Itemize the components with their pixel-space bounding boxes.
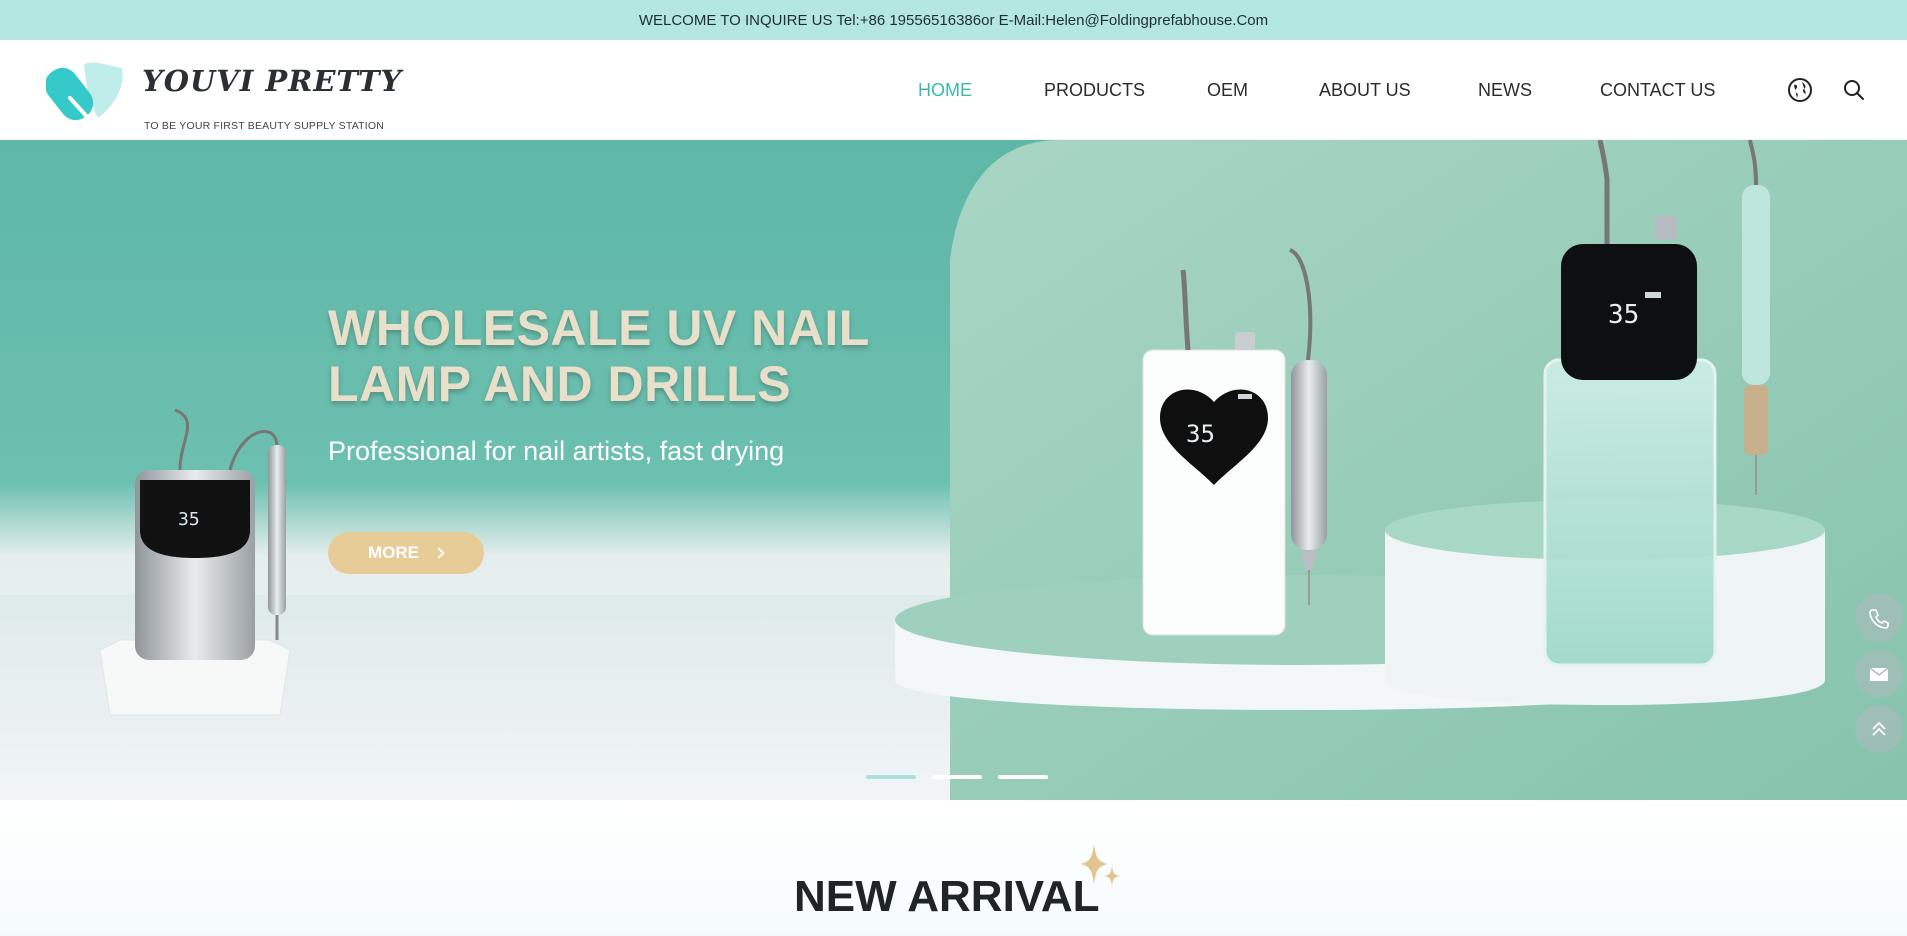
- svg-text:35: 35: [178, 509, 200, 530]
- globe-icon[interactable]: [1787, 77, 1813, 103]
- main-nav: HOME PRODUCTS OEM ABOUT US NEWS CONTACT …: [0, 40, 1907, 140]
- nav-contact-us[interactable]: CONTACT US: [1600, 80, 1715, 101]
- hero-subtitle: Professional for nail artists, fast dryi…: [328, 436, 785, 466]
- back-to-top-button[interactable]: [1855, 705, 1903, 753]
- nav-about-us[interactable]: ABOUT US: [1319, 80, 1411, 101]
- svg-text:35: 35: [1608, 300, 1639, 330]
- chevron-right-icon: [433, 547, 445, 559]
- mail-icon: [1869, 667, 1889, 681]
- section-title: NEW ARRIVAL: [794, 872, 1100, 921]
- search-icon[interactable]: [1841, 77, 1867, 103]
- slide-dot-3[interactable]: [998, 775, 1048, 779]
- nav-home[interactable]: HOME: [918, 80, 972, 101]
- nav-oem[interactable]: OEM: [1207, 80, 1248, 101]
- back-to-top-icon: [1872, 721, 1886, 736]
- hero-product-scene: 35 35 35: [0, 140, 1907, 800]
- slide-dot-2[interactable]: [932, 775, 982, 779]
- contact-info-text: WELCOME TO INQUIRE US Tel:+86 1955651638…: [638, 11, 1269, 29]
- more-button[interactable]: MORE: [328, 532, 484, 574]
- svg-text:35: 35: [1186, 420, 1215, 448]
- slide-dot-1[interactable]: [866, 775, 916, 779]
- sparkle-icon: [1080, 844, 1120, 886]
- new-arrival-section: NEW ARRIVAL: [0, 800, 1907, 936]
- more-button-label: MORE: [368, 543, 419, 562]
- top-info-bar: WELCOME TO INQUIRE US Tel:+86 1955651638…: [0, 0, 1907, 40]
- mail-float-button[interactable]: [1855, 650, 1903, 698]
- phone-float-button[interactable]: [1855, 594, 1903, 642]
- nav-products[interactable]: PRODUCTS: [1044, 80, 1145, 101]
- hero-title: WHOLESALE UV NAIL LAMP AND DRILLS: [328, 300, 869, 412]
- phone-icon: [1869, 609, 1889, 629]
- nav-news[interactable]: NEWS: [1478, 80, 1532, 101]
- hero-banner: 35 35 35 WHOLESALE UV NAIL LAMP AND DRIL…: [0, 140, 1907, 800]
